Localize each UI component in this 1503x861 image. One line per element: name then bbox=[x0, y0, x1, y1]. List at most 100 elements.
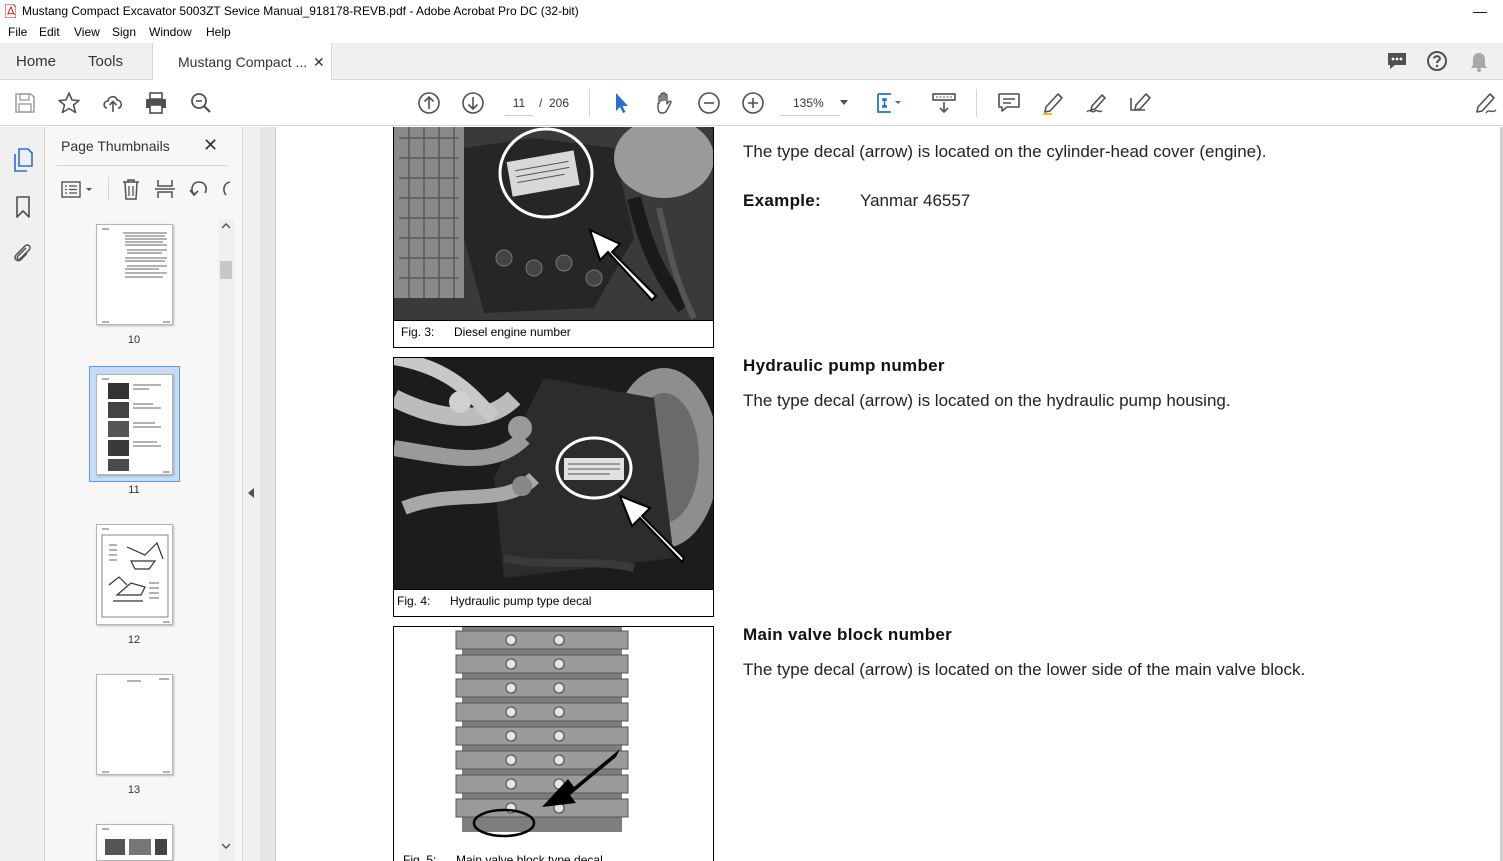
thumbnail-label-12: 12 bbox=[127, 634, 141, 646]
toolbar-divider bbox=[108, 177, 109, 201]
zoom-level-select[interactable]: 135% bbox=[780, 90, 848, 116]
page-thumbnails-panel: Page Thumbnails ✕ 10 11 12 13 bbox=[45, 127, 242, 861]
panel-close-icon[interactable]: ✕ bbox=[203, 135, 218, 156]
page-preview bbox=[102, 828, 167, 855]
menu-view[interactable]: View bbox=[74, 25, 100, 39]
thumbnail-page-14[interactable] bbox=[96, 824, 173, 861]
thumbnail-options-icon[interactable] bbox=[61, 179, 95, 201]
bookmark-star-icon[interactable] bbox=[56, 90, 82, 116]
figure-3: Fig. 3: Diesel engine number bbox=[393, 127, 714, 348]
panel-divider bbox=[57, 165, 227, 166]
thumbnail-page-11[interactable] bbox=[96, 374, 173, 475]
figure-divider bbox=[394, 589, 713, 590]
minimize-button[interactable]: — bbox=[1457, 0, 1503, 22]
chevron-down-icon bbox=[840, 100, 848, 105]
menu-window[interactable]: Window bbox=[149, 25, 192, 39]
rotate-counterclockwise-icon[interactable] bbox=[188, 178, 210, 200]
scroll-down-icon[interactable] bbox=[222, 843, 230, 849]
page-preview bbox=[101, 528, 170, 623]
page-number-input[interactable]: 11 bbox=[505, 90, 533, 116]
tab-close-icon[interactable]: ✕ bbox=[313, 43, 325, 81]
figure-divider bbox=[394, 320, 713, 321]
hand-tool-icon[interactable] bbox=[652, 90, 678, 116]
previous-page-icon[interactable] bbox=[416, 90, 442, 116]
left-navigation-rail bbox=[0, 127, 45, 861]
figure-5: Fig. 5: Main valve block type decal bbox=[393, 626, 714, 861]
attachments-icon[interactable] bbox=[11, 241, 33, 265]
save-icon[interactable] bbox=[12, 90, 38, 116]
thumbnail-label-13: 13 bbox=[127, 784, 141, 796]
scroll-up-icon[interactable] bbox=[222, 223, 230, 229]
add-comment-icon[interactable] bbox=[996, 90, 1022, 116]
toolbar-divider bbox=[589, 89, 590, 117]
main-valve-block-photo bbox=[394, 627, 713, 839]
section-heading-hydraulic-pump: Hydraulic pump number bbox=[743, 356, 945, 375]
page-preview bbox=[102, 378, 170, 473]
diesel-engine-photo bbox=[394, 127, 713, 320]
figure-4-caption: Hydraulic pump type decal bbox=[450, 594, 592, 608]
next-page-icon[interactable] bbox=[460, 90, 486, 116]
example-value: Yanmar 46557 bbox=[860, 191, 971, 210]
pdf-page: Fig. 3: Diesel engine number Fig. 4: Hyd… bbox=[275, 127, 1503, 861]
toolbar-divider bbox=[976, 89, 977, 117]
zoom-level-value: 135% bbox=[793, 96, 824, 110]
share-upload-icon[interactable] bbox=[100, 90, 126, 116]
thumbnail-label-11: 11 bbox=[128, 484, 140, 496]
comment-icon[interactable] bbox=[1386, 51, 1408, 71]
page-thumbnails-icon[interactable] bbox=[11, 147, 35, 173]
panel-collapse-strip[interactable] bbox=[242, 127, 260, 861]
title-bar: Mustang Compact Excavator 5003ZT Sevice … bbox=[0, 0, 1503, 22]
figure-3-caption: Diesel engine number bbox=[454, 325, 571, 339]
thumbnail-scrollbar[interactable] bbox=[218, 219, 234, 861]
hydraulic-pump-photo bbox=[394, 358, 713, 589]
zoom-in-icon[interactable] bbox=[740, 90, 766, 116]
page-preview bbox=[102, 678, 170, 773]
window-title: Mustang Compact Excavator 5003ZT Sevice … bbox=[22, 4, 579, 18]
tab-tools[interactable]: Tools bbox=[88, 43, 123, 80]
fit-page-icon[interactable] bbox=[875, 90, 901, 116]
bookmarks-icon[interactable] bbox=[13, 195, 33, 219]
extract-pages-icon[interactable] bbox=[154, 178, 176, 200]
page-preview bbox=[102, 228, 170, 323]
zoom-out-icon[interactable] bbox=[696, 90, 722, 116]
draw-freeform-icon[interactable] bbox=[1084, 90, 1110, 116]
figure-5-label: Fig. 5: bbox=[403, 853, 437, 861]
thumbnail-page-10[interactable] bbox=[96, 224, 173, 325]
example-label: Example: bbox=[743, 191, 821, 210]
section-heading-main-valve-block: Main valve block number bbox=[743, 625, 953, 644]
zoom-search-icon[interactable] bbox=[188, 90, 214, 116]
help-icon[interactable] bbox=[1426, 50, 1448, 72]
notification-bell-icon[interactable] bbox=[1469, 51, 1489, 73]
main-valve-block-text: The type decal (arrow) is located on the… bbox=[743, 660, 1306, 679]
fill-sign-icon[interactable] bbox=[1128, 90, 1154, 116]
delete-trash-icon[interactable] bbox=[121, 178, 141, 200]
thumbnail-label-10: 10 bbox=[127, 334, 141, 346]
tab-home[interactable]: Home bbox=[16, 43, 56, 80]
menu-file[interactable]: File bbox=[8, 25, 27, 39]
thumbnail-page-12[interactable] bbox=[96, 524, 173, 625]
thumbnail-page-13[interactable] bbox=[96, 674, 173, 775]
collapse-arrow-icon[interactable] bbox=[247, 488, 255, 498]
panel-title: Page Thumbnails bbox=[61, 138, 170, 154]
hydraulic-pump-text: The type decal (arrow) is located on the… bbox=[743, 391, 1231, 410]
highlight-pen-icon[interactable] bbox=[1040, 90, 1066, 116]
rotate-clockwise-icon[interactable] bbox=[221, 178, 231, 200]
tab-document[interactable]: Mustang Compact ... ✕ bbox=[152, 43, 332, 81]
figure-3-label: Fig. 3: bbox=[401, 325, 435, 339]
edit-tools-icon[interactable] bbox=[1472, 90, 1498, 116]
select-cursor-icon[interactable] bbox=[608, 90, 634, 116]
menu-edit[interactable]: Edit bbox=[39, 25, 60, 39]
toolbar: 11 / 206 135% bbox=[0, 80, 1503, 126]
figure-4-label: Fig. 4: bbox=[397, 594, 431, 608]
page-total-count: 206 bbox=[549, 96, 570, 110]
menu-help[interactable]: Help bbox=[206, 25, 231, 39]
engine-decal-text: The type decal (arrow) is located on the… bbox=[743, 142, 1267, 161]
print-icon[interactable] bbox=[143, 90, 169, 116]
figure-5-caption: Main valve block type decal bbox=[456, 853, 603, 861]
tab-document-label: Mustang Compact ... bbox=[178, 54, 308, 70]
scrolling-mode-icon[interactable] bbox=[931, 90, 957, 116]
scrollbar-thumb[interactable] bbox=[220, 261, 232, 279]
figure-4: Fig. 4: Hydraulic pump type decal bbox=[393, 357, 714, 617]
menu-bar: File Edit View Sign Window Help bbox=[0, 22, 1503, 43]
menu-sign[interactable]: Sign bbox=[112, 25, 136, 39]
